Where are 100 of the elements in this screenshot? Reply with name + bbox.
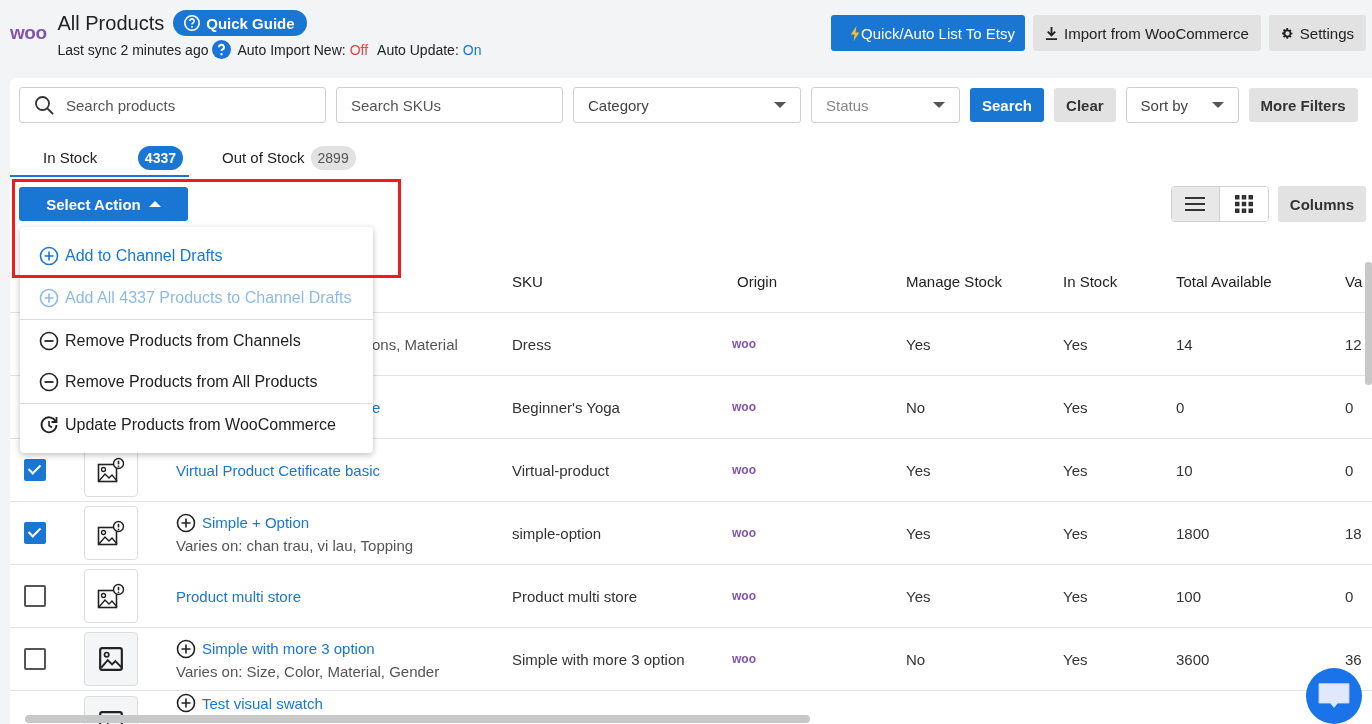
table-cell-text: 1800 (1175, 524, 1211, 542)
help-icon (183, 14, 202, 32)
product-name-link[interactable]: Simple with more 3 option (202, 640, 375, 657)
expand-icon[interactable] (176, 693, 196, 713)
table-cell-text: 0 (1344, 398, 1355, 416)
table-cell-text: Yes (905, 524, 932, 542)
download-icon (1045, 25, 1059, 41)
table-cell-text: Yes (905, 587, 932, 605)
clear-button[interactable]: Clear (1054, 88, 1116, 122)
product-name-link[interactable]: Simple + Option (202, 514, 310, 531)
table-cell-text: No (905, 650, 927, 668)
origin-logo: woo (732, 652, 757, 666)
table-cell-text: 100 (1175, 587, 1203, 605)
toggle-value[interactable]: On (462, 41, 482, 58)
toggle-label: Auto Import New: (237, 41, 346, 58)
table-cell-text: Product multi store (511, 587, 639, 605)
table-cell-text: Yes (1062, 398, 1089, 416)
table-cell-text: Yes (905, 335, 932, 353)
image-warning-icon (97, 520, 125, 546)
image-warning-icon (97, 583, 125, 609)
variant-text: Varies on: Size, Color, Material, Gender (176, 662, 441, 680)
page-title: All Products (57, 11, 165, 35)
table-cell-text: 3600 (1175, 650, 1211, 668)
table-cell-text: 0 (1175, 398, 1186, 416)
table-cell-text: Dress (511, 335, 553, 353)
product-search-field[interactable]: Search products (19, 87, 326, 123)
image-icon (98, 646, 124, 672)
columns-button[interactable]: Columns (1277, 186, 1366, 222)
table-cell-text: Yes (1062, 587, 1089, 605)
sku-search-field[interactable]: Search SKUs (336, 87, 563, 123)
toggle-label: Auto Update: (377, 41, 459, 58)
table-cell-text: Yes (905, 461, 932, 479)
table-cell-text: Yes (1062, 461, 1089, 479)
origin-logo: woo (732, 337, 757, 351)
column-header: In Stock (1062, 273, 1119, 290)
search-button[interactable]: Search (970, 88, 1045, 122)
settings-icon (1280, 25, 1294, 41)
product-name-link[interactable]: Virtual Product Cetificate basic (176, 461, 380, 479)
chat-icon (1316, 681, 1352, 711)
table-cell-text: Virtual-product (511, 461, 611, 479)
table-cell-text: Yes (1062, 335, 1089, 353)
woo-logo: woo (10, 22, 47, 44)
column-header: SKU (511, 273, 544, 290)
column-header: Origin (736, 273, 778, 290)
table-cell-text: Yes (1062, 650, 1089, 668)
expand-icon[interactable] (176, 638, 196, 659)
table-cell-text: 12 (1344, 335, 1363, 353)
product-name-link[interactable]: Product multi store (176, 587, 302, 605)
select-action-button[interactable]: Select Action (19, 187, 188, 221)
list-to-etsy-button[interactable]: Quick/Auto List To Etsy (831, 15, 1026, 51)
status-select[interactable]: Status (811, 87, 960, 123)
product-name-link[interactable]: Test visual swatch (202, 694, 323, 712)
origin-logo: woo (732, 526, 757, 540)
menu-item[interactable]: Add to Channel Drafts (20, 235, 373, 277)
plus-circle-icon (39, 246, 59, 266)
more-filters-button[interactable]: More Filters (1248, 88, 1358, 122)
origin-logo: woo (732, 589, 757, 603)
table-cell-text: 0 (1344, 461, 1355, 479)
variant-text: ons, Material (372, 335, 459, 353)
column-header: Va (1344, 273, 1364, 290)
variant-text: Varies on: chan trau, vi lau, Topping (176, 536, 415, 554)
minus-circle-icon (39, 330, 59, 351)
list-icon (1185, 195, 1206, 213)
table-cell-text: 14 (1175, 335, 1194, 353)
column-header: Manage Stock (905, 273, 1003, 290)
table-cell-text: 0 (1344, 587, 1355, 605)
menu-item[interactable]: Update Products from WooCommerce (20, 403, 373, 445)
stock-tab[interactable]: In Stock 4337 (10, 140, 189, 177)
table-cell-text: simple-option (511, 524, 603, 542)
row-checkbox[interactable] (24, 585, 46, 607)
product-name-link[interactable]: e (372, 398, 381, 416)
import-button[interactable]: Import from WooCommerce (1033, 15, 1261, 51)
search-icon (34, 95, 54, 115)
column-header: Total Available (1175, 273, 1273, 290)
row-checkbox[interactable] (24, 459, 46, 481)
last-sync-text: Last sync 2 minutes ago (57, 41, 209, 58)
table-cell-text: 18 (1344, 524, 1363, 542)
refresh-icon (39, 414, 59, 435)
menu-item[interactable]: Remove Products from All Products (20, 361, 373, 403)
toggle-value[interactable]: Off (349, 41, 369, 58)
settings-button[interactable]: Settings (1268, 15, 1366, 51)
table-cell-text: 10 (1175, 461, 1194, 479)
menu-item[interactable]: Remove Products from Channels (20, 319, 373, 361)
row-checkbox[interactable] (24, 522, 46, 544)
row-checkbox[interactable] (24, 648, 46, 670)
grid-icon (1233, 195, 1254, 213)
list-view-button[interactable] (1171, 187, 1220, 221)
category-select[interactable]: Category (573, 87, 801, 123)
table-cell-text: Simple with more 3 option (511, 650, 686, 668)
expand-icon[interactable] (176, 512, 196, 533)
sort-select[interactable]: Sort by (1125, 87, 1239, 123)
plus-circle-icon (39, 288, 59, 308)
help-icon[interactable] (212, 40, 232, 59)
origin-logo: woo (732, 400, 757, 414)
table-cell-text: Yes (1062, 524, 1089, 542)
table-cell-text: Beginner's Yoga (511, 398, 621, 416)
image-warning-icon (97, 457, 125, 483)
origin-logo: woo (732, 463, 757, 477)
quick-guide-button[interactable]: Quick Guide (173, 10, 307, 36)
stock-tab[interactable]: Out of Stock 2899 (189, 140, 368, 177)
